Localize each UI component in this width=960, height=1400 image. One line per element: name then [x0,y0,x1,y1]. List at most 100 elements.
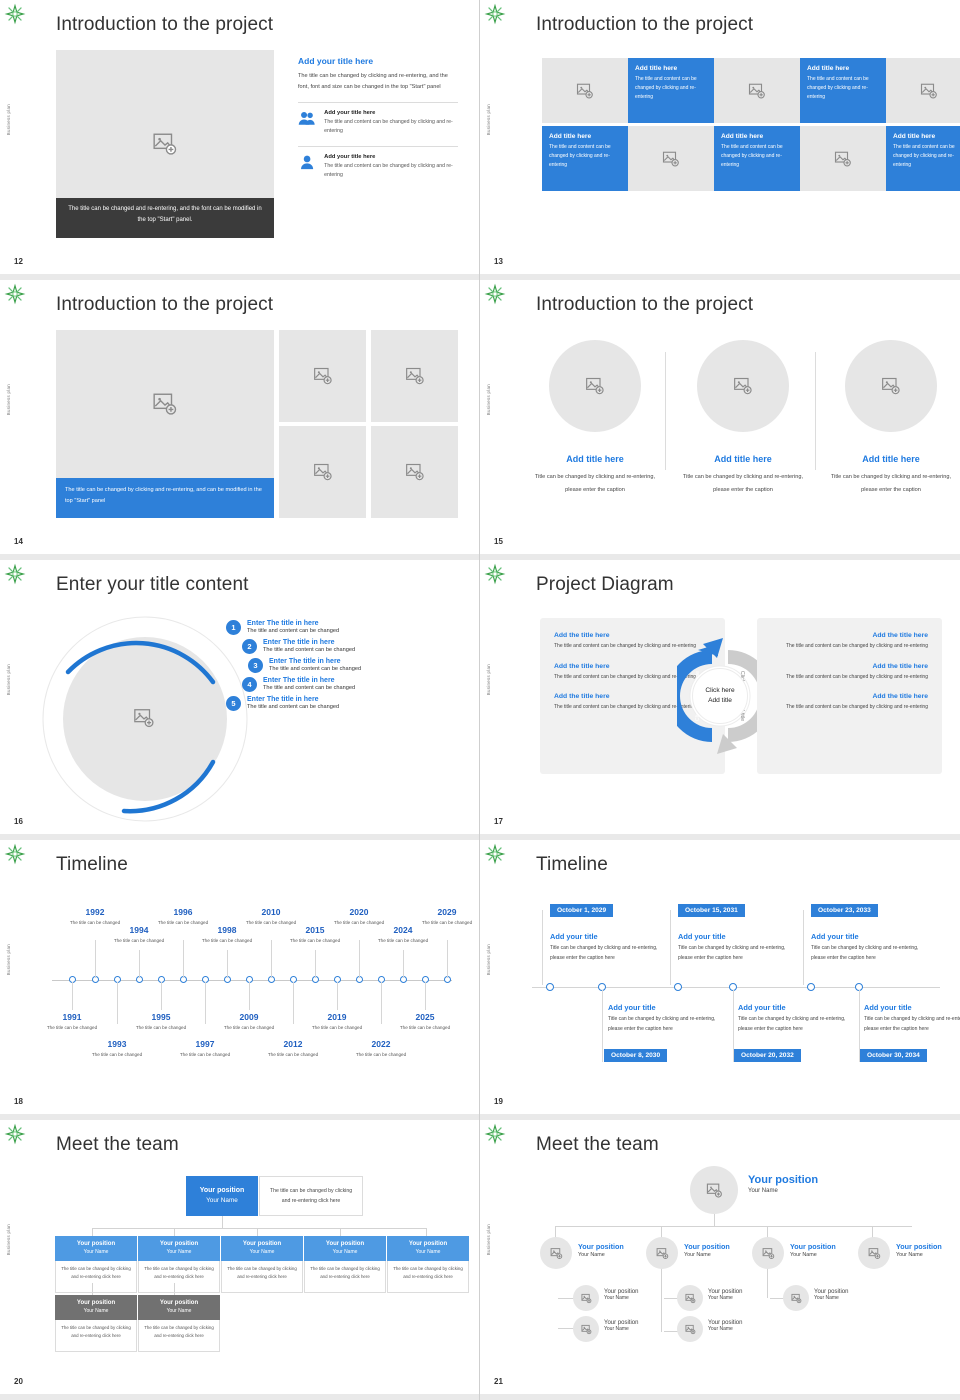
tile-text[interactable]: Add title here The title and content can… [800,58,886,123]
avatar[interactable] [540,1237,572,1269]
avatar[interactable] [677,1285,703,1311]
tile-text[interactable]: Add title here The title and content can… [886,126,960,191]
list-item[interactable]: Add your title here The title and conten… [298,110,458,137]
image-placeholder[interactable] [845,340,937,432]
feature-column-3[interactable]: Add title here Title can be changed by c… [826,340,956,498]
avatar[interactable] [646,1237,678,1269]
tile-text[interactable]: Add title here The title and content can… [714,126,800,191]
slide-14[interactable]: Business plan Introduction to the projec… [0,280,480,560]
tile-image[interactable] [542,58,628,123]
avatar[interactable] [677,1316,703,1342]
person-label[interactable]: Your position Your Name [896,1242,942,1258]
timeline-entry-above[interactable]: Add your title Title can be changed by c… [678,932,793,964]
panel-block[interactable]: Add the title here The title and content… [771,693,928,713]
date-badge[interactable]: October 30, 2034 [860,1049,927,1062]
person-label[interactable]: Your position Your Name [604,1289,638,1301]
org-head-card[interactable]: Your position Your Name [186,1176,258,1216]
image-placeholder[interactable] [549,340,641,432]
timeline-label-below[interactable]: 1997The title can be changed [175,1039,235,1060]
timeline-label-below[interactable]: 1993The title can be changed [87,1039,147,1060]
avatar[interactable] [783,1285,809,1311]
tile-text[interactable]: Add title here The title and content can… [628,58,714,123]
image-placeholder[interactable] [133,707,155,734]
image-placeholder-main[interactable] [56,330,274,478]
avatar[interactable] [858,1237,890,1269]
timeline-entry-above[interactable]: Add your title Title can be changed by c… [811,932,926,964]
list-item-2[interactable]: 2 Enter The title in here The title and … [242,639,456,654]
person-label[interactable]: Your position Your Name [578,1242,624,1258]
tile-image[interactable] [714,58,800,123]
timeline-label-below[interactable]: 1991The title can be changed [42,1012,102,1033]
timeline-label-below[interactable]: 1995The title can be changed [131,1012,191,1033]
list-item-4[interactable]: 4 Enter The title in here The title and … [242,677,456,692]
slide-19[interactable]: Business plan Timeline October 1, 2029 O… [480,840,960,1120]
timeline-label-below[interactable]: 2022The title can be changed [351,1039,411,1060]
tile-text[interactable]: Add title here The title and content can… [542,126,628,191]
tile-image[interactable] [886,58,960,123]
timeline-label-above[interactable]: 2015The title can be changed [285,925,345,946]
cycle-hub[interactable]: Click here Add title [692,668,748,724]
slide-16[interactable]: Business plan Enter your title content 1… [0,560,480,840]
person-label[interactable]: Your position Your Name [708,1289,742,1301]
person-label[interactable]: Your position Your Name [814,1289,848,1301]
image-placeholder-1[interactable] [279,330,366,422]
person-label[interactable]: Your position Your Name [790,1242,836,1258]
timeline-label-above[interactable]: 2024The title can be changed [373,925,433,946]
list-item[interactable]: Add your title here The title and conten… [298,154,458,181]
timeline-label-above[interactable]: 1994The title can be changed [109,925,169,946]
list-item-1[interactable]: 1 Enter The title in here The title and … [226,620,456,635]
timeline-entry-below[interactable]: Add your title Title can be changed by c… [608,1003,723,1035]
feature-column-2[interactable]: Add title here Title can be changed by c… [678,340,808,498]
image-placeholder[interactable] [697,340,789,432]
feature-column-1[interactable]: Add title here Title can be changed by c… [530,340,660,498]
timeline-entry-above[interactable]: Add your title Title can be changed by c… [550,932,665,964]
timeline-entry-below[interactable]: Add your title Title can be changed by c… [864,1003,960,1035]
slide-12[interactable]: Business plan Introduction to the projec… [0,0,480,280]
org-card[interactable]: Your position Your Name The title can be… [55,1295,137,1352]
org-card[interactable]: Your position Your Name The title can be… [55,1236,137,1293]
panel-block[interactable]: Add the title here The title and content… [771,632,928,652]
slide-17[interactable]: Business plan Project Diagram Add the ti… [480,560,960,840]
avatar[interactable] [752,1237,784,1269]
org-card[interactable]: Your position Your Name The title can be… [387,1236,469,1293]
org-card[interactable]: Your position Your Name The title can be… [221,1236,303,1293]
list-item-3[interactable]: 3 Enter The title in here The title and … [248,658,456,673]
timeline-label-above[interactable]: 1998The title can be changed [197,925,257,946]
timeline-label-above[interactable]: 2029The title can be changed [417,907,477,928]
date-badge[interactable]: October 15, 2031 [678,904,745,917]
org-card[interactable]: Your position Your Name The title can be… [138,1295,220,1352]
date-badge[interactable]: October 23, 2033 [811,904,878,917]
timeline-entry-below[interactable]: Add your title Title can be changed by c… [738,1003,853,1035]
slide-15[interactable]: Business plan Introduction to the projec… [480,280,960,560]
person-label[interactable]: Your position Your Name [748,1174,818,1194]
timeline-dot[interactable] [807,983,815,991]
list-item-5[interactable]: 5 Enter The title in here The title and … [226,696,456,711]
timeline-label-below[interactable]: 2009The title can be changed [219,1012,279,1033]
slide-21[interactable]: Business plan Meet the team Your positio… [480,1120,960,1400]
avatar[interactable] [690,1166,738,1214]
person-label[interactable]: Your position Your Name [708,1320,742,1332]
timeline-label-below[interactable]: 2025The title can be changed [395,1012,455,1033]
timeline-dot[interactable] [674,983,682,991]
avatar[interactable] [573,1316,599,1342]
timeline-label-below[interactable]: 2012The title can be changed [263,1039,323,1060]
avatar[interactable] [573,1285,599,1311]
timeline-label-below[interactable]: 2019The title can be changed [307,1012,367,1033]
image-placeholder-3[interactable] [279,426,366,518]
date-badge[interactable]: October 8, 2030 [604,1049,667,1062]
org-card[interactable]: Your position Your Name The title can be… [138,1236,220,1293]
slide-18[interactable]: Business plan Timeline [0,840,480,1120]
tile-image[interactable] [628,126,714,191]
org-card[interactable]: Your position Your Name The title can be… [304,1236,386,1293]
person-label[interactable]: Your position Your Name [604,1320,638,1332]
person-label[interactable]: Your position Your Name [684,1242,730,1258]
image-placeholder-4[interactable] [371,426,458,518]
slide-13[interactable]: Business plan Introduction to the projec… [480,0,960,280]
slide-20[interactable]: Business plan Meet the team Your positio… [0,1120,480,1400]
date-badge[interactable]: October 1, 2029 [550,904,613,917]
date-badge[interactable]: October 20, 2032 [734,1049,801,1062]
image-placeholder-2[interactable] [371,330,458,422]
tile-image[interactable] [800,126,886,191]
timeline-dot[interactable] [546,983,554,991]
panel-block[interactable]: Add the title here The title and content… [771,663,928,683]
